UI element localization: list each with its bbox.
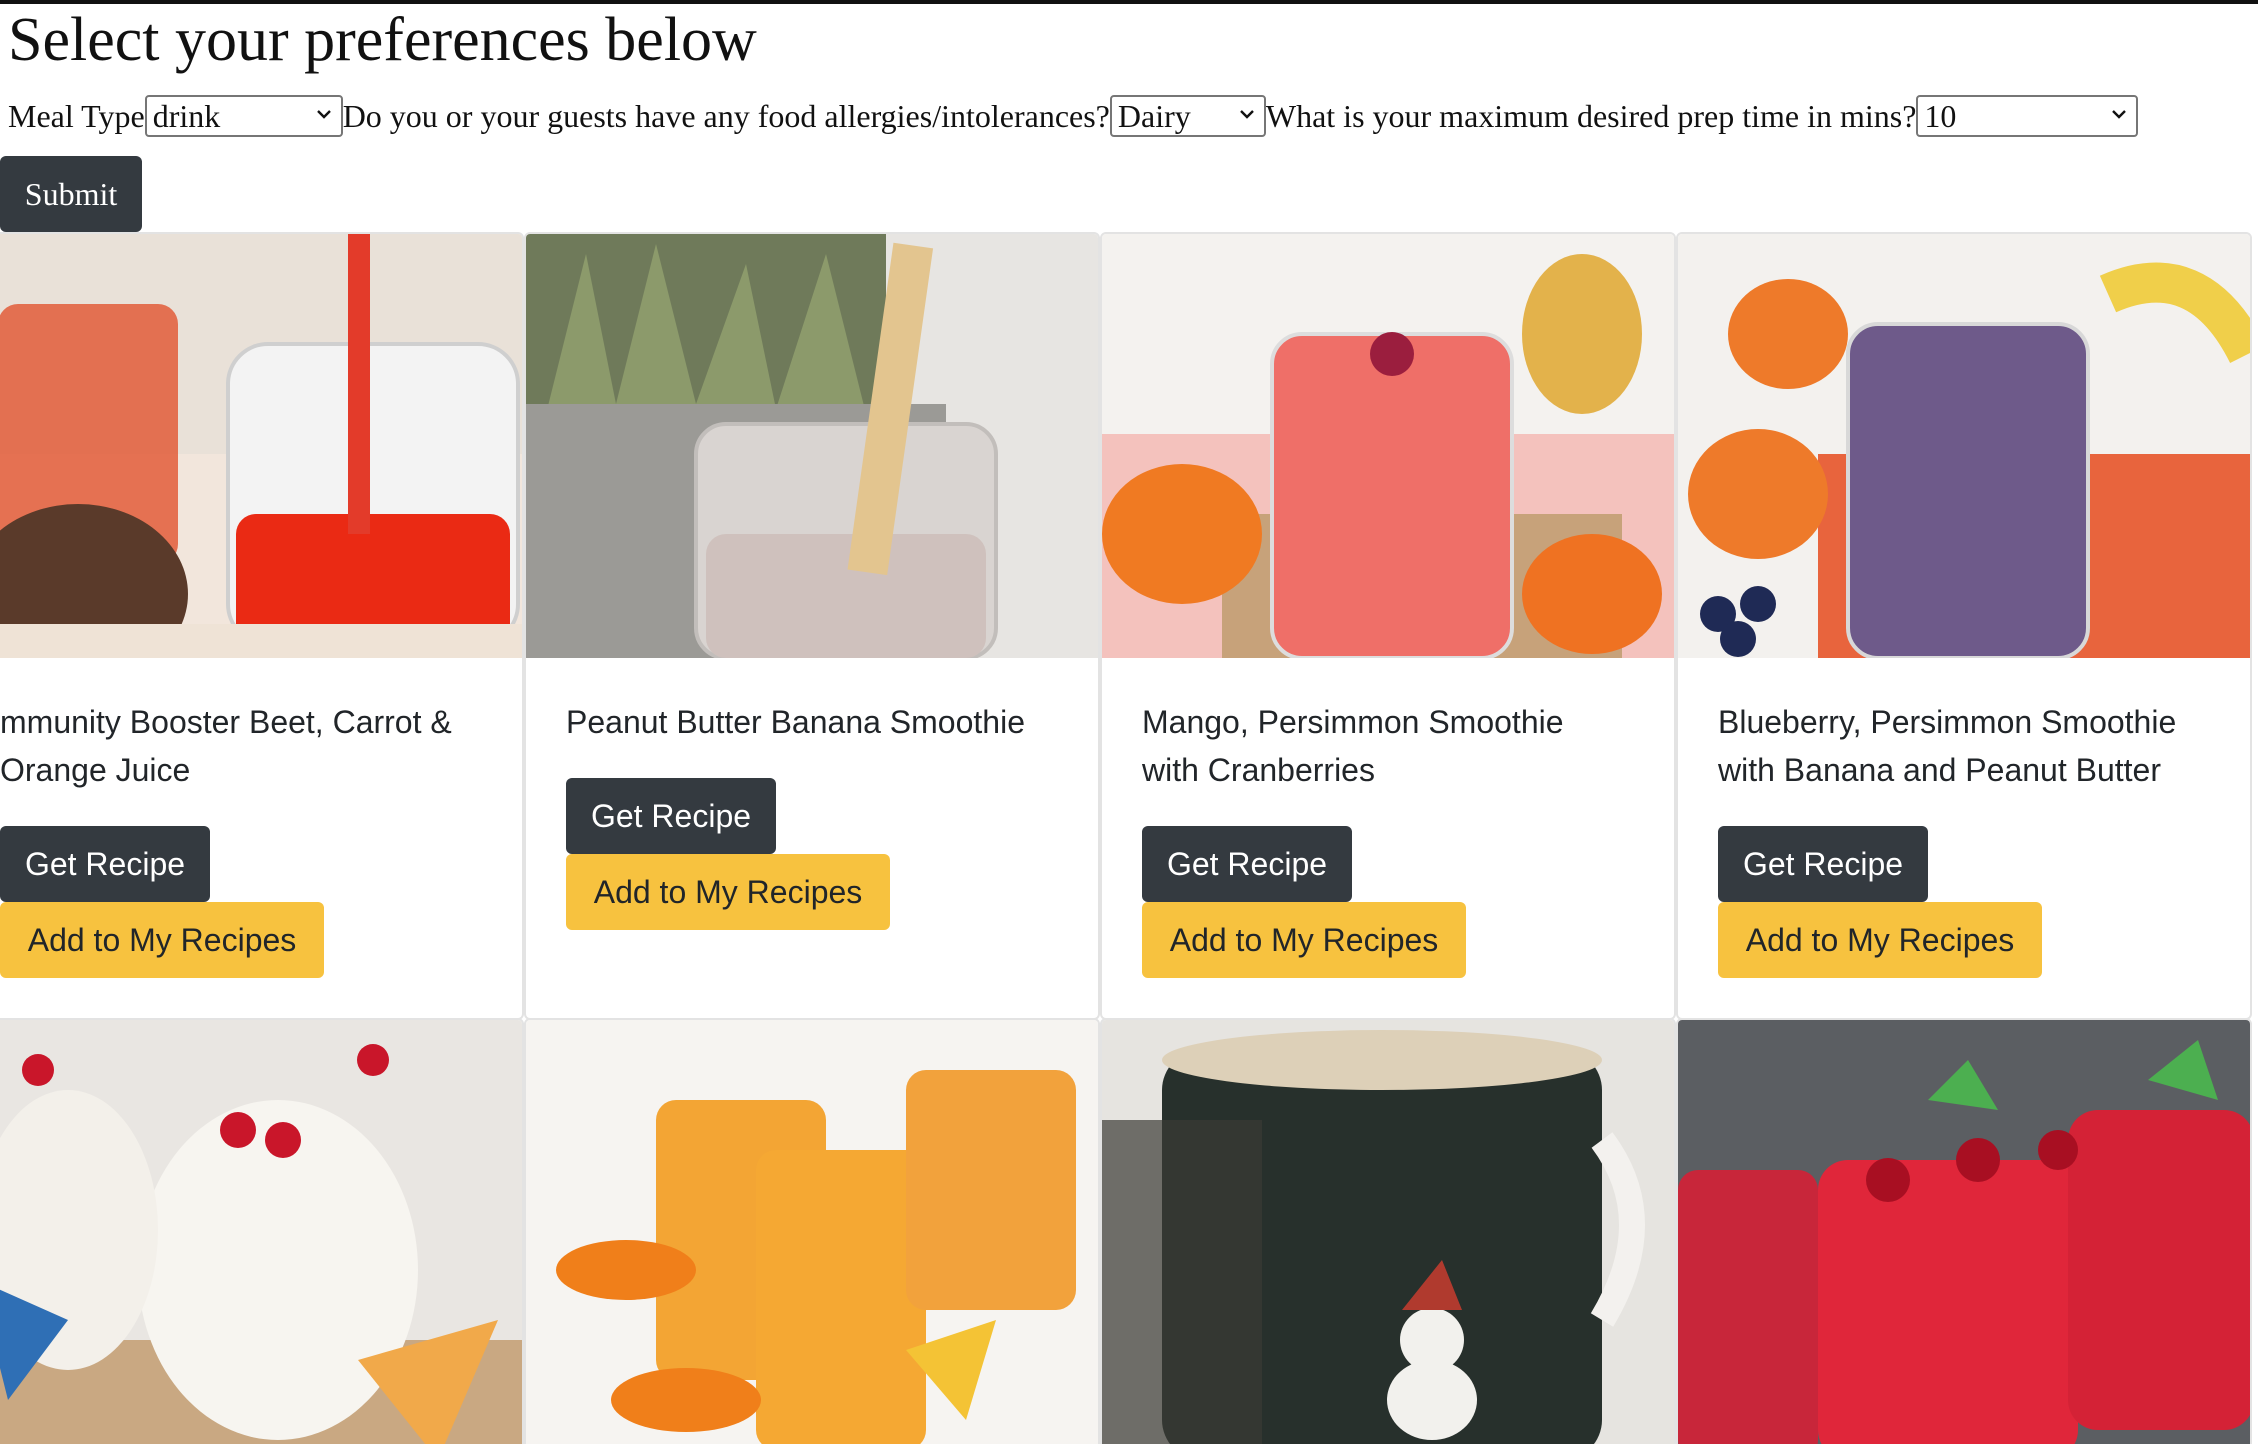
add-to-my-recipes-button[interactable]: Add to My Recipes — [1718, 902, 2042, 978]
recipe-card — [524, 1018, 1100, 1444]
recipe-card: Blueberry, Persimmon Smoothie with Banan… — [1676, 232, 2252, 1020]
recipe-card — [1676, 1018, 2252, 1444]
recipe-image — [1678, 234, 2250, 658]
recipe-image — [1678, 1020, 2250, 1444]
meal-type-label: Meal Type — [8, 97, 145, 134]
add-to-my-recipes-button[interactable]: Add to My Recipes — [566, 854, 890, 930]
preferences-form: Meal Type drink Do you or your guests ha… — [8, 94, 2139, 138]
get-recipe-button[interactable]: Get Recipe — [1718, 826, 1928, 902]
recipe-title-line-1: mmunity Booster Beet, Carrot & — [0, 704, 452, 740]
recipe-card: Peanut Butter Banana Smoothie Get Recipe… — [524, 232, 1100, 1020]
recipe-image — [526, 234, 1098, 658]
recipe-card — [0, 1018, 524, 1444]
get-recipe-button[interactable]: Get Recipe — [566, 778, 776, 854]
get-recipe-button[interactable]: Get Recipe — [1142, 826, 1352, 902]
allergies-value: Dairy — [1117, 98, 1191, 134]
chevron-down-icon — [316, 110, 331, 119]
submit-button[interactable]: Submit — [0, 156, 142, 232]
page-title: Select your preferences below — [8, 6, 757, 74]
add-to-my-recipes-button[interactable]: Add to My Recipes — [0, 902, 324, 978]
prep-time-label: What is your maximum desired prep time i… — [1265, 97, 1917, 134]
chevron-down-icon — [1240, 110, 1254, 119]
meal-type-select[interactable]: drink — [144, 95, 343, 137]
add-to-my-recipes-button[interactable]: Add to My Recipes — [1142, 902, 1466, 978]
recipe-title-line-1: Blueberry, Persimmon Smoothie — [1718, 704, 2177, 740]
prep-time-value: 10 — [1924, 98, 1957, 134]
recipe-card: Mango, Persimmon Smoothie with Cranberri… — [1100, 232, 1676, 1020]
prep-time-select[interactable]: 10 — [1916, 95, 2139, 137]
top-border — [0, 0, 2258, 4]
recipe-title-line-2: with Cranberries — [1142, 752, 1375, 788]
get-recipe-button[interactable]: Get Recipe — [0, 826, 210, 902]
recipe-title-line-2: with Banana and Peanut Butter — [1718, 752, 2161, 788]
chevron-down-icon — [2112, 110, 2127, 119]
recipe-title-line-1: Peanut Butter Banana Smoothie — [566, 704, 1025, 740]
recipe-title-line-1: Mango, Persimmon Smoothie — [1142, 704, 1564, 740]
recipe-image — [0, 234, 522, 658]
allergies-label: Do you or your guests have any food alle… — [342, 97, 1110, 134]
recipe-image — [526, 1020, 1098, 1444]
recipe-image — [1102, 234, 1674, 658]
recipe-title-line-2: Orange Juice — [0, 752, 191, 788]
recipe-card: mmunity Booster Beet, Carrot & Orange Ju… — [0, 232, 524, 1020]
meal-type-value: drink — [152, 98, 221, 134]
recipe-image — [1102, 1020, 1674, 1444]
recipe-image — [0, 1020, 522, 1444]
allergies-select[interactable]: Dairy — [1109, 95, 1266, 137]
recipe-card — [1100, 1018, 1676, 1444]
